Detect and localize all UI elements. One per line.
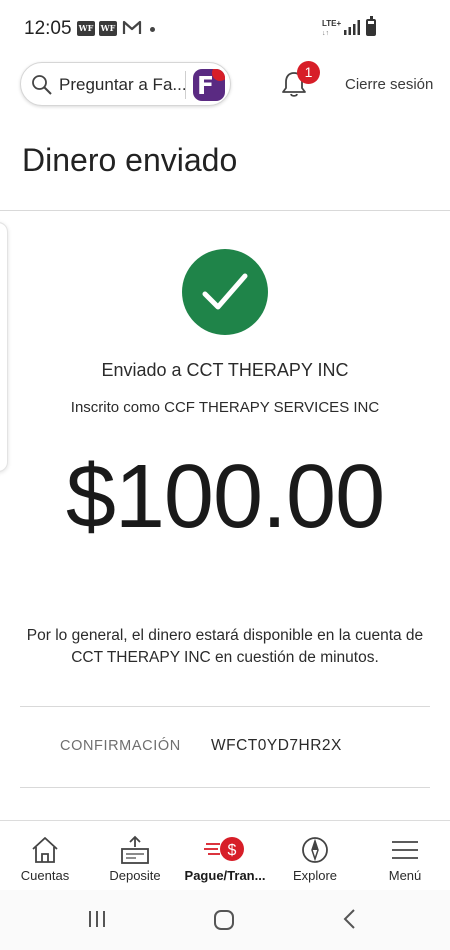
pay-transfer-icon: $ <box>204 837 244 861</box>
confirmation-code: WFCT0YD7HR2X <box>211 737 342 754</box>
recent-apps-icon[interactable] <box>86 908 108 930</box>
recipient-text: Enviado a CCT THERAPY INC <box>101 360 349 380</box>
nav-label: Pague/Tran... <box>184 868 266 883</box>
nav-label: Menú <box>388 868 422 883</box>
battery-icon <box>366 16 376 36</box>
nav-item-explore[interactable]: Explore <box>270 821 360 891</box>
confirmation-label: CONFIRMACIÓN <box>60 738 181 754</box>
back-icon[interactable] <box>340 908 360 930</box>
confirmation-divider-bottom <box>20 787 430 788</box>
more-notifications-dot <box>150 27 155 32</box>
nav-item-pague-transfiera[interactable]: $ Pague/Tran... <box>180 821 270 891</box>
network-type: LTE+ ↓↑ <box>322 19 342 37</box>
success-check-icon <box>182 249 268 335</box>
nav-item-deposite[interactable]: Deposite <box>90 821 180 891</box>
header-divider <box>0 210 450 211</box>
system-nav-bar <box>0 890 450 950</box>
status-bar: 12:05 WF WF LTE+ ↓↑ <box>0 0 450 58</box>
nav-label: Deposite <box>109 868 161 883</box>
nav-label: Explore <box>292 868 338 883</box>
nav-item-cuentas[interactable]: Cuentas <box>0 821 90 891</box>
compass-icon <box>302 837 328 863</box>
page-title: Dinero enviado <box>22 142 238 178</box>
search-placeholder: Preguntar a Fa... <box>59 75 187 94</box>
notification-badge: 1 <box>297 61 320 84</box>
home-icon <box>32 837 58 863</box>
gmail-icon <box>122 20 142 34</box>
status-time: 12:05 <box>24 18 72 39</box>
wells-fargo-notification-icon: WF <box>77 21 95 36</box>
logout-link[interactable]: Cierre sesión <box>345 76 433 93</box>
signal-icon <box>344 20 360 35</box>
home-button-icon[interactable] <box>212 908 236 932</box>
nav-label: Cuentas <box>20 868 70 883</box>
menu-icon <box>392 841 418 859</box>
svg-text:$: $ <box>228 842 237 859</box>
fargo-assistant-icon[interactable]: F <box>193 69 225 101</box>
enrolled-name-text: Inscrito como CCF THERAPY SERVICES INC <box>70 399 380 416</box>
side-panel-edge[interactable] <box>0 222 8 472</box>
wells-fargo-notification-icon: WF <box>99 21 117 36</box>
availability-note: Por lo general, el dinero estará disponi… <box>26 627 424 666</box>
search-icon <box>32 75 52 95</box>
bottom-nav: Cuentas Deposite $ Pague/Tran... Explore… <box>0 820 450 890</box>
divider <box>185 71 186 99</box>
deposit-icon <box>121 835 149 864</box>
amount-sent: $100.00 <box>65 447 385 547</box>
nav-item-menu[interactable]: Menú <box>360 821 450 891</box>
confirmation-divider-top <box>20 706 430 707</box>
fargo-search-bar[interactable]: Preguntar a Fa... F <box>20 62 231 106</box>
